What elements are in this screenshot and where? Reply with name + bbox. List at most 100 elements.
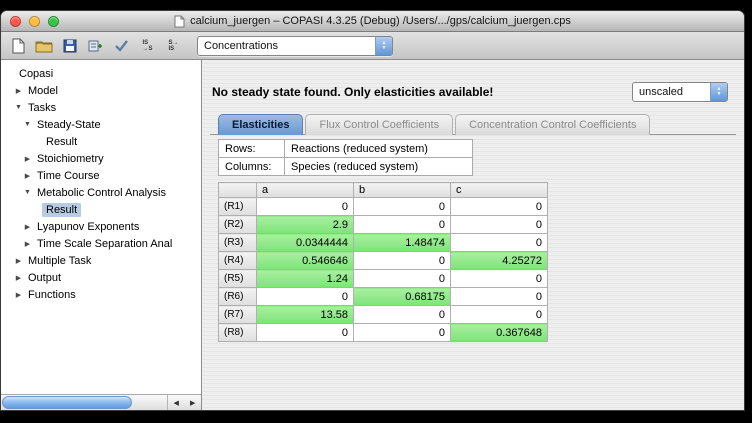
- scrollbar-thumb[interactable]: [2, 396, 132, 409]
- sidebar-item-lyapunov-exponents[interactable]: ▶Lyapunov Exponents: [1, 218, 201, 235]
- sidebar-item-metabolic-control-analysis[interactable]: ▼Metabolic Control Analysis: [1, 184, 201, 201]
- row-header-r1[interactable]: (R1): [219, 198, 257, 216]
- new-document-icon[interactable]: [6, 35, 29, 57]
- row-header-r5[interactable]: (R5): [219, 270, 257, 288]
- disclosure-collapsed-icon[interactable]: ▶: [22, 223, 33, 231]
- sidebar-item-steady-state[interactable]: ▼Steady-State: [1, 116, 201, 133]
- table-cell[interactable]: 0.546646: [257, 252, 354, 270]
- disclosure-collapsed-icon[interactable]: ▶: [22, 172, 33, 180]
- row-header-r3[interactable]: (R3): [219, 234, 257, 252]
- sidebar-item-label: Metabolic Control Analysis: [33, 186, 170, 200]
- table-row: (R2)2.900: [219, 216, 548, 234]
- tab-elasticities[interactable]: Elasticities: [218, 114, 303, 135]
- sidebar-item-functions[interactable]: ▶Functions: [1, 286, 201, 303]
- disclosure-collapsed-icon[interactable]: ▶: [13, 87, 24, 95]
- zoom-button[interactable]: [48, 16, 59, 27]
- meta-columns-row: Columns: Species (reduced system): [219, 158, 473, 176]
- sidebar-item-label: Steady-State: [33, 118, 105, 132]
- disclosure-collapsed-icon[interactable]: ▶: [22, 240, 33, 248]
- scale-combo[interactable]: unscaled ▲▼: [632, 82, 728, 102]
- copasi-window: calcium_juergen – COPASI 4.3.25 (Debug) …: [0, 10, 745, 411]
- table-cell[interactable]: 1.48474: [354, 234, 451, 252]
- table-row: (R8)000.367648: [219, 324, 548, 342]
- combo-stepper-icon[interactable]: ▲▼: [710, 83, 727, 101]
- table-cell[interactable]: 0: [451, 234, 548, 252]
- table-cell[interactable]: 0.0344444: [257, 234, 354, 252]
- disclosure-expanded-icon[interactable]: ▼: [22, 189, 33, 196]
- open-file-icon[interactable]: [32, 35, 55, 57]
- table-cell[interactable]: 0: [257, 198, 354, 216]
- commit-check-icon[interactable]: [110, 35, 133, 57]
- table-cell[interactable]: 0: [451, 306, 548, 324]
- document-proxy-icon: [174, 15, 185, 28]
- row-header-r8[interactable]: (R8): [219, 324, 257, 342]
- table-cell[interactable]: 4.25272: [451, 252, 548, 270]
- sidebar-item-output[interactable]: ▶Output: [1, 269, 201, 286]
- save-icon[interactable]: [58, 35, 81, 57]
- sidebar-item-label: Result: [42, 203, 81, 217]
- scroll-left-icon[interactable]: ◀: [168, 395, 185, 410]
- disclosure-collapsed-icon[interactable]: ▶: [13, 291, 24, 299]
- row-header-r2[interactable]: (R2): [219, 216, 257, 234]
- title-bar[interactable]: calcium_juergen – COPASI 4.3.25 (Debug) …: [1, 11, 744, 32]
- sidebar-horizontal-scrollbar[interactable]: ◀ ▶: [1, 394, 201, 410]
- sidebar-item-label: Copasi: [15, 67, 57, 81]
- sidebar-item-label: Output: [24, 271, 65, 285]
- table-cell[interactable]: 13.58: [257, 306, 354, 324]
- disclosure-collapsed-icon[interactable]: ▶: [13, 257, 24, 265]
- sidebar-item-model[interactable]: ▶Model: [1, 82, 201, 99]
- sidebar-item-copasi[interactable]: Copasi: [1, 65, 201, 82]
- column-header-c[interactable]: c: [451, 183, 548, 198]
- is-to-s-icon[interactable]: IS→S: [136, 35, 159, 57]
- sidebar-item-multiple-task[interactable]: ▶Multiple Task: [1, 252, 201, 269]
- minimize-button[interactable]: [29, 16, 40, 27]
- scroll-right-icon[interactable]: ▶: [185, 395, 202, 410]
- meta-table: Rows: Reactions (reduced system) Columns…: [218, 139, 473, 176]
- sidebar-item-result[interactable]: Result: [1, 201, 201, 218]
- table-cell[interactable]: 0: [451, 270, 548, 288]
- table-cell[interactable]: 0: [354, 270, 451, 288]
- sidebar-item-time-scale-separation-anal[interactable]: ▶Time Scale Separation Anal: [1, 235, 201, 252]
- s-to-is-icon[interactable]: S→IS: [162, 35, 185, 57]
- window-title: calcium_juergen – COPASI 4.3.25 (Debug) …: [174, 15, 571, 28]
- row-header-r4[interactable]: (R4): [219, 252, 257, 270]
- sidebar-item-label: Lyapunov Exponents: [33, 220, 143, 234]
- table-cell[interactable]: 0.68175: [354, 288, 451, 306]
- table-cell[interactable]: 0: [451, 216, 548, 234]
- close-button[interactable]: [10, 16, 21, 27]
- table-cell[interactable]: 0.367648: [451, 324, 548, 342]
- row-header-r6[interactable]: (R6): [219, 288, 257, 306]
- table-cell[interactable]: 0: [451, 198, 548, 216]
- table-cell[interactable]: 0: [257, 324, 354, 342]
- table-header-row: abc: [219, 183, 548, 198]
- combo-stepper-icon[interactable]: ▲▼: [375, 37, 392, 55]
- meta-rows-label: Rows:: [219, 140, 285, 158]
- update-model-icon[interactable]: [84, 35, 107, 57]
- table-row: (R4)0.54664604.25272: [219, 252, 548, 270]
- row-header-r7[interactable]: (R7): [219, 306, 257, 324]
- table-cell[interactable]: 0: [451, 288, 548, 306]
- table-cell[interactable]: 0: [354, 324, 451, 342]
- disclosure-collapsed-icon[interactable]: ▶: [22, 155, 33, 163]
- tab-concentration-control-coefficients[interactable]: Concentration Control Coefficients: [455, 114, 650, 135]
- sidebar-item-time-course[interactable]: ▶Time Course: [1, 167, 201, 184]
- disclosure-expanded-icon[interactable]: ▼: [22, 121, 33, 128]
- task-combo[interactable]: Concentrations ▲▼: [197, 36, 393, 56]
- sidebar-item-result[interactable]: Result: [1, 133, 201, 150]
- table-cell[interactable]: 0: [354, 198, 451, 216]
- table-cell[interactable]: 1.24: [257, 270, 354, 288]
- table-cell[interactable]: 0: [354, 216, 451, 234]
- tab-flux-control-coefficients[interactable]: Flux Control Coefficients: [305, 114, 453, 135]
- column-header-b[interactable]: b: [354, 183, 451, 198]
- table-cell[interactable]: 2.9: [257, 216, 354, 234]
- column-header-a[interactable]: a: [257, 183, 354, 198]
- table-corner-cell: [219, 183, 257, 198]
- disclosure-collapsed-icon[interactable]: ▶: [13, 274, 24, 282]
- table-cell[interactable]: 0: [257, 288, 354, 306]
- disclosure-expanded-icon[interactable]: ▼: [13, 104, 24, 111]
- sidebar-item-tasks[interactable]: ▼Tasks: [1, 99, 201, 116]
- sidebar-item-stoichiometry[interactable]: ▶Stoichiometry: [1, 150, 201, 167]
- table-cell[interactable]: 0: [354, 252, 451, 270]
- table-cell[interactable]: 0: [354, 306, 451, 324]
- sidebar: Copasi▶Model▼Tasks▼Steady-StateResult▶St…: [1, 60, 202, 410]
